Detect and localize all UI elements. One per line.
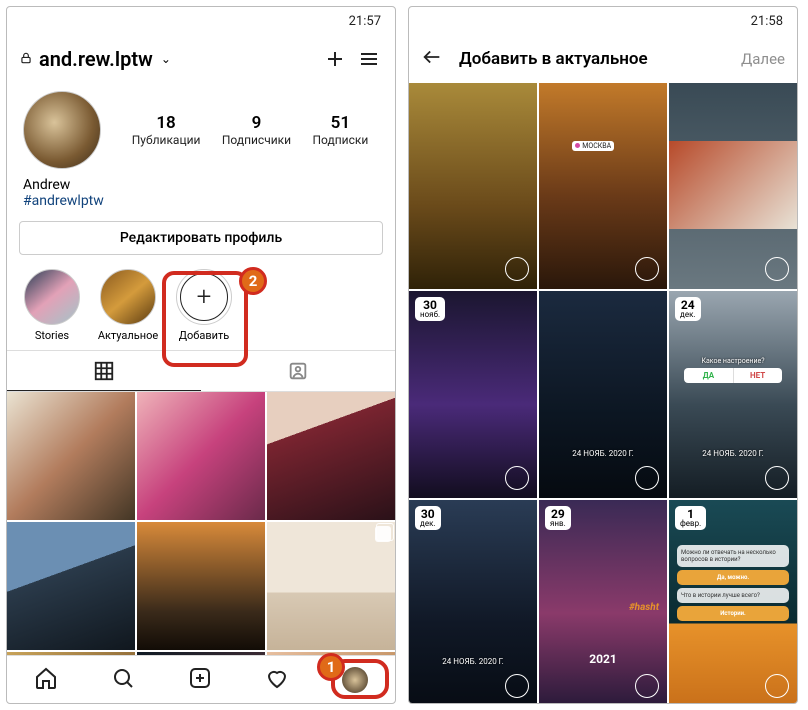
post-thumb[interactable] xyxy=(7,652,135,655)
poll-sticker: Какое настроение? ДА НЕТ xyxy=(684,357,781,383)
nav-home-icon[interactable] xyxy=(34,666,58,694)
story-thumb[interactable] xyxy=(669,83,797,289)
stat-num: 51 xyxy=(313,113,369,133)
story-thumb[interactable]: 30нояб. xyxy=(409,291,537,497)
select-circle[interactable] xyxy=(765,257,789,281)
story-thumb[interactable]: 29янв. #hasht 2021 xyxy=(539,500,667,703)
select-circle[interactable] xyxy=(505,674,529,698)
highlight-label: Stories xyxy=(35,329,69,342)
clock: 21:58 xyxy=(751,14,783,29)
highlight-label: Актуальное xyxy=(98,329,158,342)
clock: 21:57 xyxy=(349,14,381,29)
select-circle[interactable] xyxy=(505,257,529,281)
status-bar: 21:57 xyxy=(7,7,395,35)
story-thumb[interactable] xyxy=(409,83,537,289)
select-circle[interactable] xyxy=(635,257,659,281)
poll-no: НЕТ xyxy=(733,368,782,383)
date-badge: 30нояб. xyxy=(415,297,445,321)
stat-posts[interactable]: 18 Публикации xyxy=(132,113,201,147)
stat-num: 18 xyxy=(132,113,201,133)
highlight-cover xyxy=(100,269,156,325)
stat-label: Подписки xyxy=(313,133,369,147)
story-thumb[interactable]: МОСКВА xyxy=(539,83,667,289)
tab-grid[interactable] xyxy=(7,351,201,391)
post-thumb[interactable] xyxy=(137,522,265,650)
highlights-row: Stories Актуальное + Добавить xyxy=(7,269,395,350)
post-thumb[interactable] xyxy=(7,392,135,520)
bottom-nav xyxy=(7,655,395,703)
back-icon[interactable] xyxy=(421,46,443,72)
profile-header: and.rew.lptw ⌄ xyxy=(7,35,395,83)
profile-stats-row: 18 Публикации 9 Подписчики 51 Подписки xyxy=(7,83,395,173)
story-thumb[interactable]: 24 НОЯБ. 2020 Г. xyxy=(539,291,667,497)
stat-followers[interactable]: 9 Подписчики xyxy=(222,113,291,147)
highlight-add[interactable]: + Добавить xyxy=(173,269,235,342)
select-circle[interactable] xyxy=(765,674,789,698)
story-caption: 24 НОЯБ. 2020 Г. xyxy=(539,449,667,458)
story-thumb[interactable]: 30дек. 24 НОЯБ. 2020 Г. xyxy=(409,500,537,703)
username[interactable]: and.rew.lptw xyxy=(39,47,153,71)
story-caption: 24 НОЯБ. 2020 Г. xyxy=(669,449,797,458)
poll-yes: ДА xyxy=(684,368,732,383)
year-text: 2021 xyxy=(539,652,667,666)
posts-grid xyxy=(7,392,395,655)
highlight-label: Добавить xyxy=(179,329,230,342)
date-badge: 1февр. xyxy=(675,506,706,530)
story-thumb[interactable]: 24дек. Какое настроение? ДА НЕТ 24 НОЯБ.… xyxy=(669,291,797,497)
nav-create-icon[interactable] xyxy=(188,666,212,694)
question-cards: Можно ли отвечать на несколько вопросов … xyxy=(669,542,797,624)
bio-hashtag[interactable]: #andrewlptw xyxy=(23,193,379,209)
profile-tabs xyxy=(7,350,395,392)
story-image xyxy=(669,141,797,229)
plus-icon: + xyxy=(180,273,228,321)
select-circle[interactable] xyxy=(765,466,789,490)
stat-num: 9 xyxy=(222,113,291,133)
lock-icon xyxy=(19,50,33,69)
carousel-icon xyxy=(375,526,391,542)
chevron-down-icon[interactable]: ⌄ xyxy=(161,52,171,66)
select-circle[interactable] xyxy=(505,466,529,490)
select-circle[interactable] xyxy=(635,466,659,490)
highlight-stories[interactable]: Stories xyxy=(21,269,83,342)
phone-left: 21:57 and.rew.lptw ⌄ 18 Публикации 9 Под… xyxy=(6,6,396,704)
edit-profile-label: Редактировать профиль xyxy=(120,230,282,246)
post-thumb[interactable] xyxy=(7,522,135,650)
phone-right: 21:58 Добавить в актуальное Далее МОСКВА… xyxy=(408,6,798,704)
stories-grid: МОСКВА 30нояб. 24 НОЯБ. 2020 Г. 24дек. К… xyxy=(409,83,797,703)
next-button[interactable]: Далее xyxy=(741,50,785,68)
story-caption: 24 НОЯБ. 2020 Г. xyxy=(409,657,537,666)
nav-activity-icon[interactable] xyxy=(265,666,289,694)
stat-label: Подписчики xyxy=(222,133,291,147)
stat-following[interactable]: 51 Подписки xyxy=(313,113,369,147)
status-bar: 21:58 xyxy=(409,7,797,35)
select-circle[interactable] xyxy=(635,674,659,698)
profile-avatar[interactable] xyxy=(23,91,101,169)
annotation-badge-2: 2 xyxy=(239,267,267,295)
story-thumb[interactable]: 1февр. Можно ли отвечать на несколько во… xyxy=(669,500,797,703)
post-thumb[interactable] xyxy=(267,392,395,520)
highlight-aktual[interactable]: Актуальное xyxy=(97,269,159,342)
display-name: Andrew xyxy=(23,177,379,193)
bio: Andrew #andrewlptw xyxy=(7,173,395,221)
stat-label: Публикации xyxy=(132,133,201,147)
menu-icon[interactable] xyxy=(355,45,383,73)
tab-tagged[interactable] xyxy=(201,351,395,391)
date-badge: 29янв. xyxy=(545,506,571,530)
date-badge: 30дек. xyxy=(415,506,441,530)
date-badge: 24дек. xyxy=(675,297,701,321)
highlight-cover xyxy=(24,269,80,325)
location-pin: МОСКВА xyxy=(572,141,614,151)
post-thumb[interactable] xyxy=(267,522,395,650)
nav-search-icon[interactable] xyxy=(111,666,135,694)
post-thumb[interactable] xyxy=(137,392,265,520)
post-thumb[interactable] xyxy=(137,652,265,655)
highlight-picker-header: Добавить в актуальное Далее xyxy=(409,35,797,83)
post-thumb[interactable] xyxy=(267,652,395,655)
hashtag-sticker: #hasht xyxy=(629,602,659,613)
nav-profile-avatar[interactable] xyxy=(342,667,368,693)
edit-profile-button[interactable]: Редактировать профиль xyxy=(19,221,383,255)
highlight-add-cover: + xyxy=(176,269,232,325)
new-post-icon[interactable] xyxy=(321,45,349,73)
screen-title: Добавить в актуальное xyxy=(459,49,725,69)
